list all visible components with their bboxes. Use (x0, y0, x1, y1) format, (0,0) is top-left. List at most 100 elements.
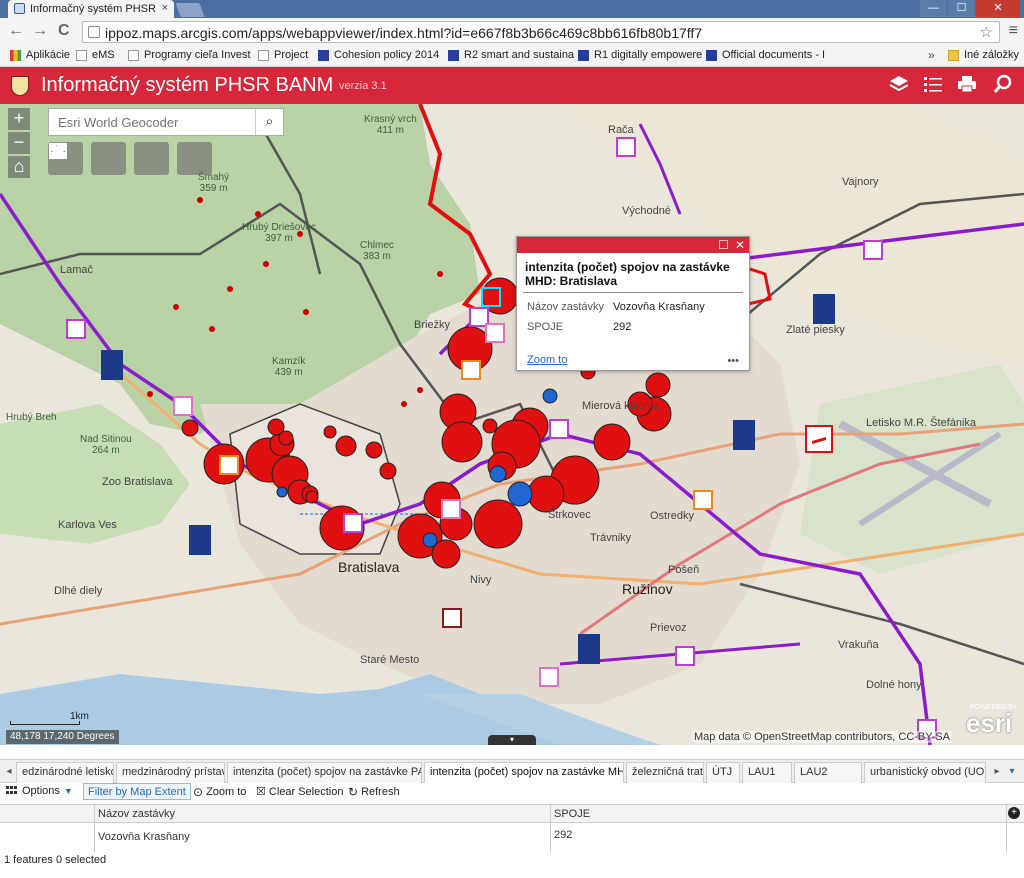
zoom-to-button[interactable]: ⊙ Zoom to (193, 785, 246, 799)
stop-symbol[interactable] (527, 475, 565, 513)
clear-selection-button[interactable]: ☒ Clear Selection (256, 785, 343, 799)
motorway-icon[interactable] (101, 350, 123, 380)
layer-tab[interactable]: intenzita (počet) spojov na zastávke MHD (424, 762, 624, 783)
stop-symbol[interactable] (365, 441, 383, 459)
minimize-button[interactable]: — (920, 0, 947, 17)
table-row[interactable]: Vozovňa Krasňany 292 (0, 823, 1024, 853)
train-station-icon[interactable] (863, 240, 883, 260)
home-button[interactable]: ⌂ (8, 156, 30, 178)
column-header[interactable]: SPOJE (554, 808, 590, 820)
motorway-icon[interactable] (733, 420, 755, 450)
close-icon[interactable]: ✕ (735, 238, 745, 252)
column-header[interactable]: Názov zastávky (98, 808, 175, 820)
train-station-icon[interactable] (441, 499, 461, 519)
refresh-button[interactable]: ↻ Refresh (348, 785, 400, 799)
query-icon[interactable] (990, 73, 1016, 99)
stop-symbol[interactable] (473, 499, 523, 549)
bookmark-star-icon[interactable]: ☆ (980, 23, 993, 41)
search-icon[interactable]: ⌕ (255, 109, 283, 135)
add-column-icon[interactable]: + (1008, 807, 1020, 819)
options-button[interactable]: Options ▼ (6, 785, 73, 797)
layer-tab[interactable]: urbanistický obvod (UO) (864, 762, 986, 783)
stop-symbol[interactable] (323, 425, 337, 439)
zoom-in-button[interactable]: + (8, 108, 30, 130)
panel-toggle-handle[interactable]: ▾ (488, 735, 536, 745)
bookmark-item[interactable]: R1 digitally empowere (578, 49, 702, 61)
scroll-right-icon[interactable]: ▸ (990, 763, 1004, 781)
stop-symbol[interactable] (305, 490, 319, 504)
list-icon[interactable] (920, 73, 946, 99)
filter-by-extent-button[interactable]: Filter by Map Extent (83, 783, 191, 800)
bookmark-item[interactable]: Programy cieľa Invest (128, 49, 251, 61)
other-bookmarks-label: Iné záložky (964, 49, 1020, 61)
zoom-out-button[interactable]: − (8, 132, 30, 154)
layers-icon[interactable] (886, 73, 912, 99)
measurement-icon[interactable] (49, 142, 212, 175)
bookmark-item[interactable]: eMS (76, 49, 115, 61)
maximize-icon[interactable]: ☐ (718, 238, 729, 252)
train-station-icon[interactable] (485, 323, 505, 343)
back-icon[interactable]: ← (8, 22, 24, 40)
stop-symbol-blue[interactable] (276, 486, 288, 498)
layer-tab[interactable]: intenzita (počet) spojov na zastávke PAD (227, 762, 422, 783)
train-station-icon[interactable] (539, 667, 559, 687)
layer-tab[interactable]: ÚTJ (706, 762, 740, 783)
map-view[interactable]: Rača Vajnory Východné Lamač Briežky Mierová k… (0, 104, 1024, 745)
layer-tab[interactable]: železničná trať (626, 762, 704, 783)
bookmarks-overflow-icon[interactable]: » (928, 48, 935, 62)
stop-symbol-blue[interactable] (542, 388, 558, 404)
tab-close-icon[interactable]: × (162, 2, 168, 14)
browser-tab[interactable]: Informačný systém PHSR × (8, 0, 174, 18)
stop-symbol[interactable] (482, 418, 498, 434)
bus-station-icon[interactable] (461, 360, 481, 380)
stop-symbol-blue[interactable] (489, 465, 507, 483)
stop-symbol[interactable] (335, 435, 357, 457)
train-station-icon[interactable] (343, 513, 363, 533)
motorway-icon[interactable] (578, 634, 600, 664)
other-bookmarks[interactable]: Iné záložky (948, 49, 1019, 61)
close-window-button[interactable]: ✕ (976, 0, 1020, 17)
tab-menu-icon[interactable]: ▾ (1004, 764, 1020, 780)
motorway-icon[interactable] (813, 294, 835, 324)
stop-symbol[interactable] (645, 372, 671, 398)
stop-symbol[interactable] (593, 423, 631, 461)
bus-station-icon[interactable] (442, 608, 462, 628)
train-station-icon[interactable] (549, 419, 569, 439)
stop-symbol[interactable] (379, 462, 397, 480)
maximize-button[interactable]: ☐ (948, 0, 975, 17)
bookmark-item[interactable]: Official documents - I (706, 49, 825, 61)
bus-station-icon[interactable] (219, 455, 239, 475)
more-icon[interactable]: ••• (727, 355, 739, 367)
print-icon[interactable] (50, 142, 126, 175)
layer-tab[interactable]: medzinárodný prístav (116, 762, 225, 783)
swipe-icon[interactable] (49, 142, 169, 175)
bookmark-item[interactable]: Project (258, 49, 308, 61)
bookmark-item[interactable]: Aplikácie (10, 49, 70, 61)
layer-tab[interactable]: LAU1 (742, 762, 792, 783)
forward-icon[interactable]: → (32, 22, 48, 40)
search-input[interactable] (49, 109, 255, 135)
layer-tab[interactable]: LAU2 (794, 762, 862, 783)
url-field[interactable]: ippoz.maps.arcgis.com/apps/webappviewer/… (82, 21, 1000, 43)
url-text[interactable]: ippoz.maps.arcgis.com/apps/webappviewer/… (105, 25, 702, 41)
new-tab-button[interactable] (175, 3, 205, 17)
scroll-left-icon[interactable]: ◂ (2, 763, 16, 781)
bookmark-item[interactable]: R2 smart and sustaina (448, 49, 574, 61)
stop-symbol-blue[interactable] (422, 532, 438, 548)
bookmark-item[interactable]: Cohesion policy 2014 (318, 49, 439, 61)
train-station-icon[interactable] (616, 137, 636, 157)
stop-symbol-blue[interactable] (507, 481, 533, 507)
layer-tab[interactable]: edzinárodné letisko (16, 762, 114, 783)
bus-station-icon[interactable] (693, 490, 713, 510)
train-station-icon[interactable] (173, 396, 193, 416)
stop-symbol[interactable] (181, 419, 199, 437)
train-station-icon[interactable] (675, 646, 695, 666)
stop-symbol[interactable] (441, 421, 483, 463)
browser-menu-icon[interactable]: ≡ (1009, 22, 1018, 40)
popup-zoom-link[interactable]: Zoom to (527, 354, 567, 366)
train-station-icon[interactable] (66, 319, 86, 339)
print-icon[interactable] (954, 73, 980, 99)
stop-symbol[interactable] (278, 430, 294, 446)
motorway-icon[interactable] (189, 525, 211, 555)
reload-icon[interactable]: C (58, 22, 70, 40)
